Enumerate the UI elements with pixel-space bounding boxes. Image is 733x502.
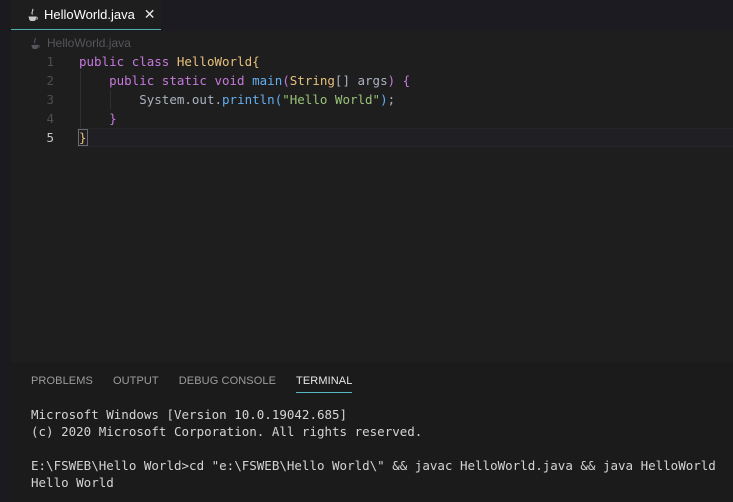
tab-output[interactable]: OUTPUT: [113, 375, 159, 393]
line-number: 5: [46, 130, 54, 145]
code-token: static: [161, 73, 215, 88]
code-token: out: [191, 92, 215, 107]
code-line[interactable]: 5}: [11, 128, 733, 147]
code-token: ;: [387, 92, 396, 107]
code-token: {: [402, 73, 411, 88]
breadcrumb-file[interactable]: HelloWorld.java: [47, 36, 131, 50]
code-token: []: [334, 73, 358, 88]
code-token: .: [184, 92, 192, 107]
code-token: (: [282, 73, 290, 88]
code-token: public: [109, 73, 162, 88]
code-token: "Hello World": [282, 92, 381, 107]
activity-strip: [0, 0, 11, 502]
code-token: main: [252, 73, 283, 88]
code-token: ): [380, 92, 388, 107]
code-editor[interactable]: 1 public class HelloWorld{2 public static…: [11, 52, 733, 361]
code-token: println: [222, 92, 275, 107]
line-number: 3: [46, 92, 54, 107]
code-token: }: [109, 111, 117, 126]
tab-terminal[interactable]: TERMINAL: [296, 375, 353, 393]
code-token: System: [139, 92, 185, 107]
code-line[interactable]: 4 }: [11, 109, 733, 128]
editor-tab-bar: HelloWorld.java ✕: [11, 0, 733, 31]
code-token: void: [214, 73, 253, 88]
tab-problems[interactable]: PROBLEMS: [31, 375, 93, 393]
close-icon[interactable]: ✕: [144, 8, 156, 22]
line-number: 1: [46, 54, 54, 69]
code-token: public: [79, 54, 132, 69]
code-token: ): [387, 73, 403, 88]
java-icon: [28, 8, 38, 21]
terminal-line: Microsoft Windows [Version 10.0.19042.68…: [31, 407, 348, 422]
bottom-panel: PROBLEMS OUTPUT DEBUG CONSOLE TERMINAL Micr…: [11, 362, 733, 502]
code-token: args: [357, 73, 388, 88]
code-line[interactable]: 3 System.out.println("Hello World");: [11, 90, 733, 109]
line-code: }: [79, 109, 117, 128]
terminal-line: E:\FSWEB\Hello World>cd "e:\FSWEB\Hello …: [31, 458, 716, 473]
tab-helloworld-java[interactable]: HelloWorld.java ✕: [11, 0, 161, 30]
panel-tab-strip: PROBLEMS OUTPUT DEBUG CONSOLE TERMINAL: [31, 375, 372, 393]
terminal-output[interactable]: Microsoft Windows [Version 10.0.19042.68…: [31, 406, 716, 491]
terminal-line: Hello World: [31, 475, 114, 490]
code-token: HelloWorld: [176, 54, 253, 69]
code-token: {: [252, 54, 260, 69]
line-code: public static void main(String[] args) {: [79, 71, 410, 90]
code-token: class: [131, 54, 177, 69]
line-number: 2: [46, 73, 54, 88]
breadcrumb: HelloWorld.java: [30, 35, 131, 51]
code-token: String: [289, 73, 335, 88]
line-code: public class HelloWorld{: [79, 52, 260, 71]
terminal-line: (c) 2020 Microsoft Corporation. All righ…: [31, 424, 423, 439]
line-number: 4: [46, 111, 54, 126]
line-code: System.out.println("Hello World");: [79, 90, 395, 109]
tab-label: HelloWorld.java: [44, 7, 135, 22]
line-code: }: [78, 128, 88, 147]
code-line[interactable]: 1 public class HelloWorld{: [11, 52, 733, 71]
code-token: .: [214, 92, 223, 107]
java-icon: [31, 37, 40, 49]
tab-debug-console[interactable]: DEBUG CONSOLE: [179, 375, 276, 393]
code-line[interactable]: 2 public static void main(String[] args)…: [11, 71, 733, 90]
code-token: }: [78, 129, 88, 146]
